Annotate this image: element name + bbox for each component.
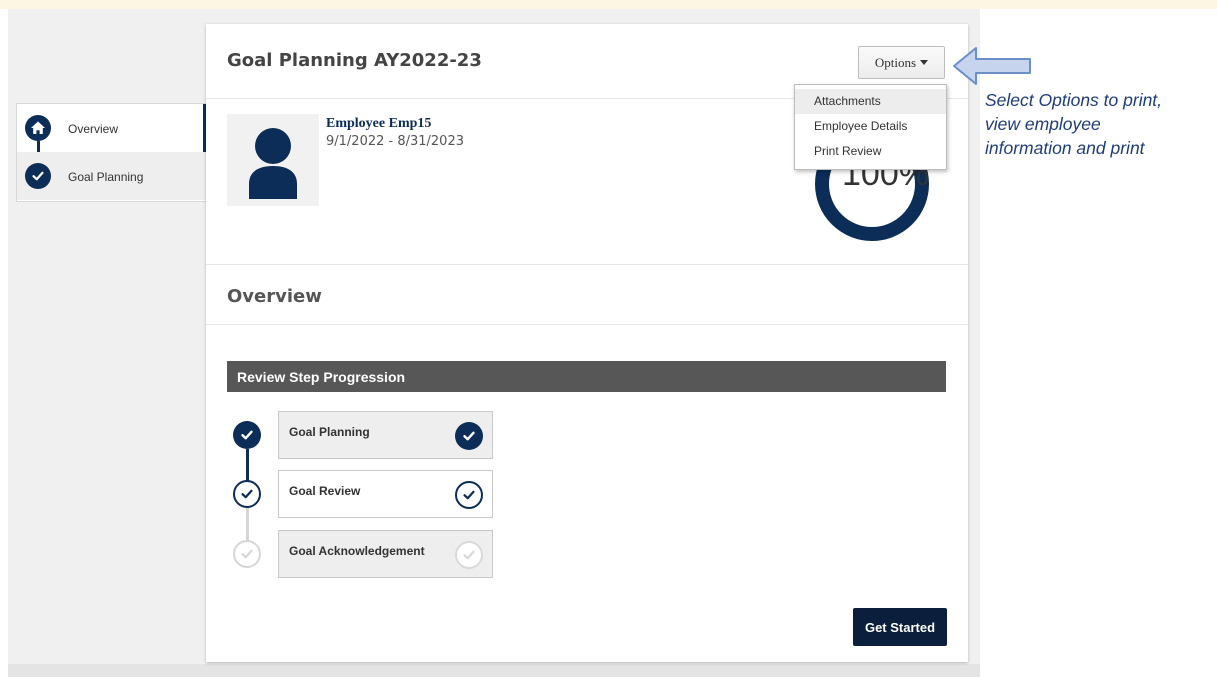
sidebar-item-label: Overview xyxy=(68,122,119,136)
callout-line: information and print xyxy=(985,138,1145,158)
user-silhouette-icon xyxy=(249,128,297,199)
caret-down-icon xyxy=(920,60,929,65)
step-label: Goal Review xyxy=(289,484,361,498)
step-goal-acknowledgement[interactable]: Goal Acknowledgement xyxy=(278,530,493,578)
sidebar-item-overview[interactable]: Overview xyxy=(17,104,207,152)
page-title: Goal Planning AY2022-23 xyxy=(227,50,482,71)
bottom-strip xyxy=(8,664,980,677)
home-icon xyxy=(25,115,51,141)
menu-item-employee-details[interactable]: Employee Details xyxy=(795,114,946,139)
step-label: Goal Acknowledgement xyxy=(289,544,425,558)
review-step-progression-header: Review Step Progression xyxy=(227,361,946,392)
menu-item-attachments[interactable]: Attachments xyxy=(795,89,946,114)
section-title: Overview xyxy=(227,286,322,307)
step-goal-planning[interactable]: Goal Planning xyxy=(278,411,493,459)
options-dropdown-menu: Attachments Employee Details Print Revie… xyxy=(794,84,947,170)
options-button-label: Options xyxy=(874,54,917,70)
employee-name: Employee Emp15 xyxy=(326,116,432,131)
review-step-progression-title: Review Step Progression xyxy=(237,369,406,385)
employee-avatar xyxy=(227,114,319,206)
callout-line: view employee xyxy=(985,114,1101,134)
check-icon xyxy=(25,163,51,189)
callout-arrow-icon xyxy=(953,47,1031,85)
sidebar-item-label: Goal Planning xyxy=(68,170,144,184)
instruction-callout: Select Options to print, view employee i… xyxy=(985,88,1217,160)
callout-line: Select Options to print, xyxy=(985,90,1163,110)
sidebar-nav: Overview Goal Planning xyxy=(16,103,208,202)
sidebar-item-goal-planning[interactable]: Goal Planning xyxy=(17,152,207,200)
check-icon xyxy=(455,481,483,509)
section-divider xyxy=(206,324,968,325)
review-period: 9/1/2022 - 8/31/2023 xyxy=(326,134,464,149)
check-icon xyxy=(455,541,483,569)
check-icon xyxy=(455,422,483,450)
step-pending-icon xyxy=(233,540,261,568)
section-divider xyxy=(206,264,968,265)
top-highlight-line xyxy=(0,0,1217,9)
step-label: Goal Planning xyxy=(289,425,370,439)
get-started-button[interactable]: Get Started xyxy=(853,608,947,646)
menu-item-print-review[interactable]: Print Review xyxy=(795,139,946,164)
step-goal-review[interactable]: Goal Review xyxy=(278,470,493,518)
step-complete-icon xyxy=(233,421,261,449)
step-current-icon xyxy=(233,480,261,508)
options-button[interactable]: Options xyxy=(858,46,945,79)
